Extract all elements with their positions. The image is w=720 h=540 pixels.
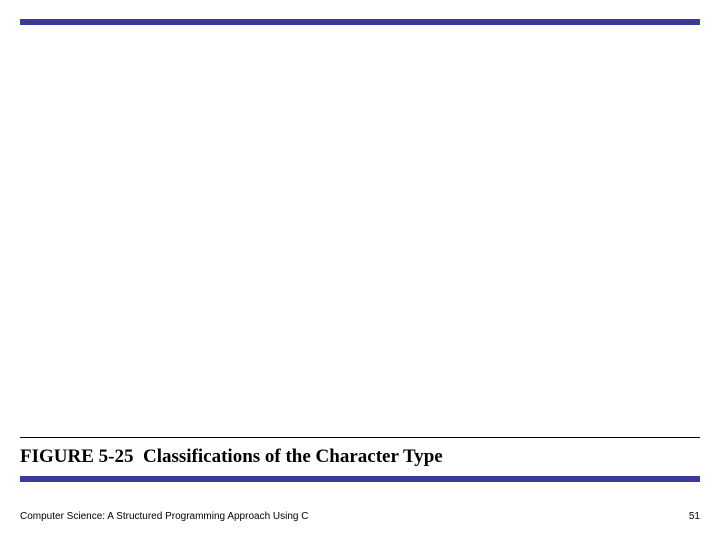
footer-page-number: 51: [689, 511, 700, 522]
page-footer: Computer Science: A Structured Programmi…: [20, 511, 700, 522]
figure-caption-text: FIGURE 5-25 Classifications of the Chara…: [20, 444, 700, 474]
figure-caption-block: FIGURE 5-25 Classifications of the Chara…: [20, 437, 700, 482]
caption-thick-rule: [20, 476, 700, 482]
figure-label: FIGURE 5-25: [20, 446, 133, 467]
caption-thin-rule: [20, 437, 700, 438]
top-horizontal-rule: [20, 19, 700, 25]
slide-page: FIGURE 5-25 Classifications of the Chara…: [0, 0, 720, 540]
footer-book-title: Computer Science: A Structured Programmi…: [20, 511, 308, 522]
figure-title: Classifications of the Character Type: [143, 446, 443, 467]
